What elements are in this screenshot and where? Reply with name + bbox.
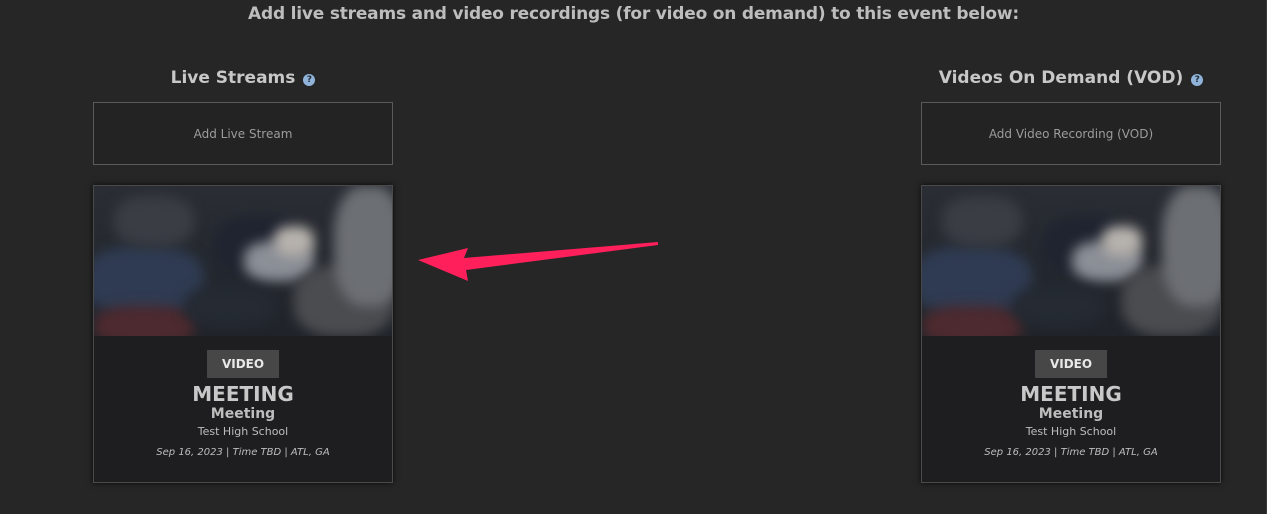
live-streams-title: Live Streams	[170, 68, 296, 88]
live-stream-card[interactable]: VIDEO MEETING Meeting Test High School S…	[93, 185, 393, 483]
arrow-left-icon	[418, 242, 658, 281]
event-subtitle: Meeting	[210, 406, 276, 422]
card-body: VIDEO MEETING Meeting Test High School S…	[922, 350, 1220, 459]
add-live-stream-button[interactable]: Add Live Stream	[93, 102, 393, 165]
vod-card[interactable]: VIDEO MEETING Meeting Test High School S…	[921, 185, 1221, 483]
event-meta: Sep 16, 2023 | Time TBD | ATL, GA	[984, 447, 1158, 458]
video-tag: VIDEO	[1035, 350, 1107, 378]
live-streams-header: Live Streams ?	[33, 68, 453, 88]
event-school: Test High School	[197, 425, 289, 438]
event-school: Test High School	[1025, 425, 1117, 438]
vod-header: Videos On Demand (VOD) ?	[861, 68, 1267, 88]
card-body: VIDEO MEETING Meeting Test High School S…	[94, 350, 392, 459]
event-meta: Sep 16, 2023 | Time TBD | ATL, GA	[156, 447, 330, 458]
vod-title: Videos On Demand (VOD)	[938, 68, 1184, 88]
question-circle-icon[interactable]: ?	[1191, 73, 1204, 86]
event-title: MEETING	[192, 382, 294, 406]
event-thumbnail	[94, 186, 392, 336]
intro-text: Add live streams and video recordings (f…	[248, 4, 1019, 24]
event-title: MEETING	[1020, 382, 1122, 406]
question-circle-icon[interactable]: ?	[303, 73, 316, 86]
event-thumbnail	[922, 186, 1220, 336]
add-video-recording-button[interactable]: Add Video Recording (VOD)	[921, 102, 1221, 165]
event-subtitle: Meeting	[1038, 406, 1104, 422]
video-tag: VIDEO	[207, 350, 279, 378]
